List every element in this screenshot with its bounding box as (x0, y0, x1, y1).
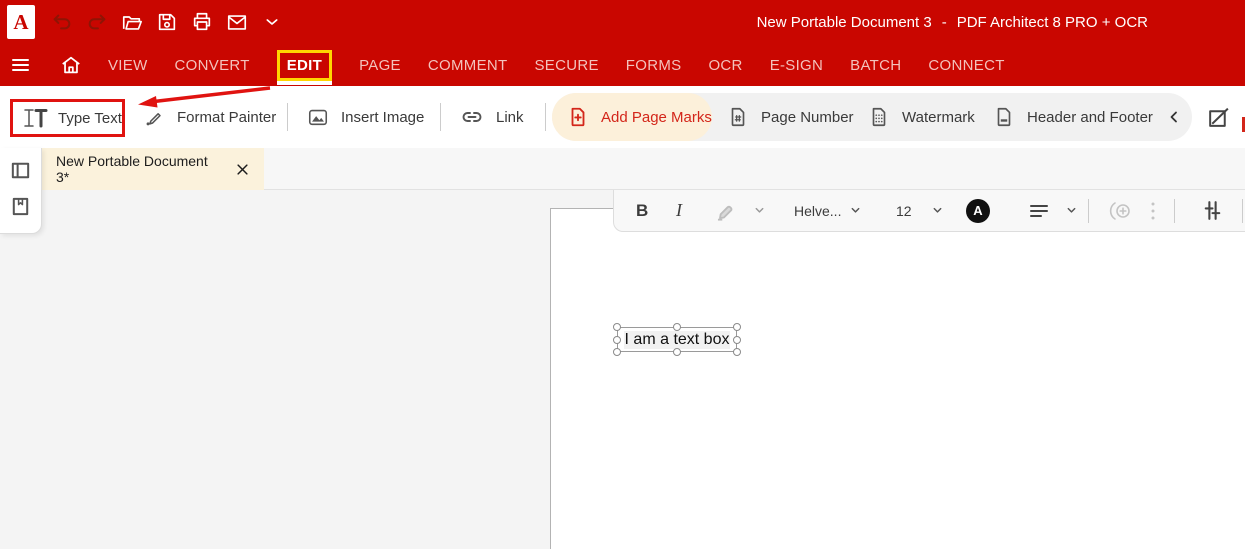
document-tab[interactable]: New Portable Document 3* (42, 148, 264, 190)
font-family-chevron-icon[interactable] (850, 190, 861, 231)
collapse-group-chevron-icon[interactable] (1166, 108, 1182, 126)
font-color-letter: A (973, 203, 982, 218)
text-box-content[interactable]: I am a text box (624, 331, 731, 349)
tab-batch[interactable]: BATCH (850, 57, 901, 74)
save-icon[interactable] (156, 11, 178, 33)
format-toolbar-divider (1174, 199, 1175, 223)
align-left-button[interactable] (1027, 190, 1051, 231)
font-color-button[interactable]: A (966, 190, 990, 231)
window-title-app: PDF Architect 8 PRO + OCR (957, 14, 1148, 31)
toolbar-divider (545, 103, 546, 131)
resize-handle-top-left[interactable] (613, 323, 621, 331)
open-file-icon[interactable] (121, 11, 143, 33)
type-text-label: Type Text (58, 110, 122, 127)
side-panel (0, 148, 42, 234)
text-box[interactable]: I am a text box (617, 327, 737, 352)
insert-image-label: Insert Image (341, 109, 424, 126)
header-and-footer-button[interactable]: Header and Footer (993, 86, 1153, 148)
format-painter-button[interactable]: Format Painter (143, 86, 276, 148)
format-toolbar-divider (1242, 199, 1243, 223)
ribbon-menu-bar: VIEW CONVERT EDIT PAGE COMMENT SECURE FO… (0, 44, 1245, 86)
more-options-dots-icon[interactable] (1150, 190, 1156, 231)
bold-button[interactable]: B (636, 190, 648, 231)
bookmarks-icon[interactable] (9, 195, 32, 218)
font-size-select[interactable]: 12 (896, 190, 912, 231)
watermark-icon (868, 106, 890, 128)
resize-handle-top-right[interactable] (733, 323, 741, 331)
tab-comment[interactable]: COMMENT (428, 57, 508, 74)
document-tab-bar: New Portable Document 3* (0, 148, 1245, 190)
page-number-icon (727, 106, 749, 128)
add-page-marks-icon (567, 106, 589, 128)
hamburger-menu-icon[interactable] (10, 55, 31, 75)
tab-edit[interactable]: EDIT (277, 50, 332, 81)
insert-image-icon (307, 106, 329, 128)
header-and-footer-label: Header and Footer (1027, 109, 1153, 126)
app-logo: A (7, 5, 35, 39)
text-format-toolbar: B I Helve... 12 A (613, 190, 1245, 232)
tab-secure[interactable]: SECURE (534, 57, 598, 74)
resize-handle-bottom-right[interactable] (733, 348, 741, 356)
tab-convert[interactable]: CONVERT (175, 57, 250, 74)
page-number-button[interactable]: Page Number (727, 86, 854, 148)
document-tab-label: New Portable Document 3* (56, 153, 219, 185)
edit-toolbar: Type Text Format Painter Insert Image Li… (0, 86, 1245, 148)
link-label: Link (496, 109, 524, 126)
print-icon[interactable] (191, 11, 213, 33)
tab-esign[interactable]: E-SIGN (770, 57, 823, 74)
insert-image-button[interactable]: Insert Image (307, 86, 424, 148)
sign-document-icon[interactable] (1206, 105, 1231, 130)
resize-handle-top-center[interactable] (673, 323, 681, 331)
header-and-footer-icon (993, 106, 1015, 128)
font-size-chevron-icon[interactable] (932, 190, 943, 231)
tab-view[interactable]: VIEW (108, 57, 148, 74)
menu-tabs: VIEW CONVERT EDIT PAGE COMMENT SECURE FO… (108, 44, 1005, 86)
link-button[interactable]: Link (460, 86, 524, 148)
email-icon[interactable] (226, 11, 248, 33)
advanced-settings-icon[interactable] (1200, 190, 1225, 231)
resize-handle-bottom-center[interactable] (673, 348, 681, 356)
page-number-label: Page Number (761, 109, 854, 126)
highlighter-dropdown-chevron-icon[interactable] (754, 190, 765, 231)
format-painter-label: Format Painter (177, 109, 276, 126)
title-bar: A New Portable Document 3 - PDF Architec… (0, 0, 1245, 44)
format-painter-icon (143, 106, 165, 128)
resize-handle-middle-left[interactable] (613, 336, 621, 344)
app-logo-letter: A (13, 10, 28, 35)
chevron-down-icon[interactable] (261, 11, 283, 33)
redo-icon[interactable] (86, 11, 108, 33)
watermark-label: Watermark (902, 109, 975, 126)
panels-icon[interactable] (9, 159, 32, 182)
link-icon (460, 105, 484, 129)
format-toolbar-divider (1088, 199, 1089, 223)
tab-connect[interactable]: CONNECT (928, 57, 1004, 74)
window-title-separator: - (942, 14, 947, 31)
font-family-select[interactable]: Helve... (794, 190, 841, 231)
toolbar-divider (287, 103, 288, 131)
document-workspace: B I Helve... 12 A (0, 190, 1245, 549)
pdf-page[interactable] (550, 208, 1245, 549)
add-page-marks-label: Add Page Marks (601, 109, 712, 126)
tab-close-icon[interactable] (235, 162, 250, 177)
tab-forms[interactable]: FORMS (626, 57, 682, 74)
resize-handle-middle-right[interactable] (733, 336, 741, 344)
align-dropdown-chevron-icon[interactable] (1066, 190, 1077, 231)
tab-page[interactable]: PAGE (359, 57, 401, 74)
type-text-icon (22, 107, 48, 129)
highlighter-button[interactable] (712, 190, 738, 231)
tab-ocr[interactable]: OCR (708, 57, 742, 74)
undo-icon[interactable] (51, 11, 73, 33)
insert-field-button[interactable] (1108, 190, 1134, 231)
resize-handle-bottom-left[interactable] (613, 348, 621, 356)
type-text-button[interactable]: Type Text (10, 99, 125, 137)
home-icon[interactable] (60, 54, 82, 76)
window-title-document: New Portable Document 3 (757, 14, 932, 31)
italic-button[interactable]: I (676, 190, 682, 231)
window-title: New Portable Document 3 - PDF Architect … (757, 0, 1148, 44)
toolbar-divider (440, 103, 441, 131)
watermark-button[interactable]: Watermark (868, 86, 975, 148)
add-page-marks-button[interactable]: Add Page Marks (567, 86, 712, 148)
